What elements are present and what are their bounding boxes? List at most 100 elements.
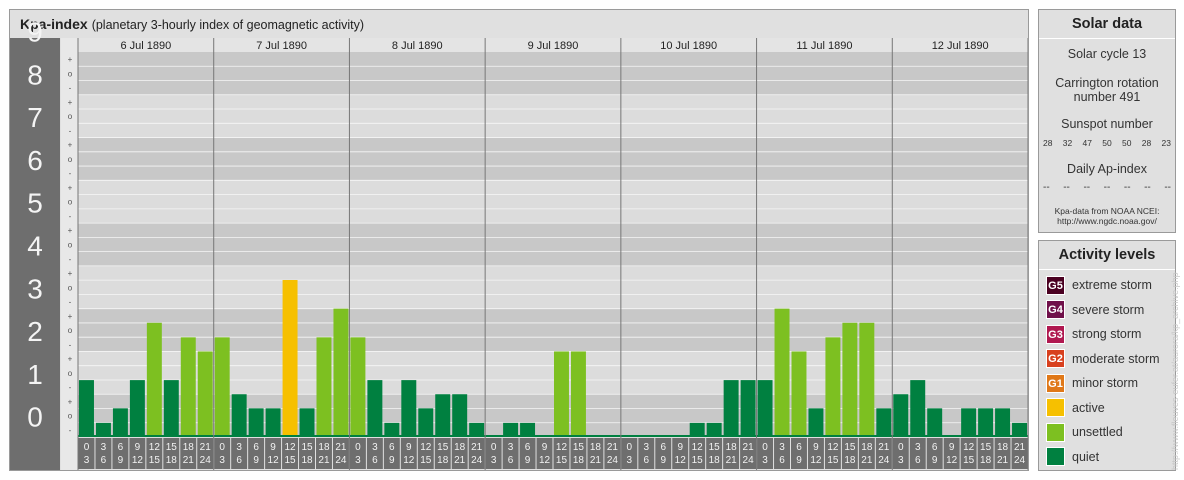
minor-tick-label: - (69, 212, 72, 221)
hour-start-label: 18 (997, 442, 1009, 453)
kp-bar (859, 322, 875, 437)
minor-tick-label: - (69, 426, 72, 435)
legend-label: active (1072, 400, 1105, 415)
hour-start-label: 21 (743, 442, 755, 453)
hour-end-label: 12 (946, 455, 958, 466)
minor-tick-label: + (68, 226, 73, 235)
hour-end-label: 6 (779, 455, 785, 466)
hour-start-label: 9 (270, 442, 276, 453)
kp-bar (1012, 422, 1027, 437)
hour-end-label: 12 (132, 455, 144, 466)
hour-end-label: 12 (810, 455, 822, 466)
hour-end-label: 12 (539, 455, 551, 466)
kp-bar (740, 380, 756, 437)
minor-tick-label: - (69, 169, 72, 178)
hour-end-label: 12 (268, 455, 280, 466)
kp-bar (401, 380, 417, 437)
baseline (78, 435, 1028, 437)
hour-start-label: 9 (135, 442, 141, 453)
hour-end-label: 24 (743, 455, 755, 466)
hour-end-label: 18 (709, 455, 721, 466)
hour-end-label: 21 (454, 455, 466, 466)
hour-start-label: 6 (253, 442, 259, 453)
legend-label: extreme storm (1072, 278, 1152, 292)
hour-start-label: 3 (779, 442, 785, 453)
kp-bar (995, 408, 1011, 437)
ap-value: -- (1063, 182, 1070, 193)
hour-end-label: 9 (253, 455, 259, 466)
hour-start-label: 21 (1014, 442, 1026, 453)
kp-bar (214, 337, 230, 437)
hour-end-label: 18 (437, 455, 449, 466)
hour-end-label: 15 (692, 455, 704, 466)
hour-end-label: 21 (861, 455, 873, 466)
kp-bar (876, 408, 892, 437)
kp-bar (282, 280, 298, 437)
hour-start-label: 15 (844, 442, 856, 453)
hour-start-label: 18 (861, 442, 873, 453)
kp-bar (79, 380, 94, 437)
level-band (78, 223, 1028, 266)
ap-value: -- (1083, 182, 1091, 193)
hour-end-label: 15 (284, 455, 296, 466)
hour-end-label: 18 (301, 455, 313, 466)
hour-end-label: 9 (660, 455, 666, 466)
minor-tick-label: - (69, 340, 72, 349)
solar-data-panel: Solar data Solar cycle 13 Carrington rot… (1038, 9, 1176, 233)
credit-url: http://www.fleuves-eufer.at/aurora/kp_ar… (1170, 272, 1180, 470)
hour-end-label: 24 (1014, 455, 1026, 466)
kp-bar (163, 380, 179, 437)
ap-value: -- (1164, 182, 1171, 193)
solar-data-title: Solar data (1039, 10, 1175, 39)
ap-value: -- (1123, 182, 1131, 193)
hour-start-label: 18 (590, 442, 602, 453)
sunspot-value: 28 (1141, 138, 1152, 148)
hour-start-label: 9 (406, 442, 412, 453)
kp-bar (333, 308, 349, 437)
hour-end-label: 3 (355, 455, 361, 466)
legend-label: minor storm (1072, 376, 1138, 390)
ap-value: -- (1144, 182, 1151, 193)
hour-end-label: 24 (471, 455, 483, 466)
minor-tick-label: o (68, 69, 73, 78)
kp-bar (129, 380, 145, 437)
kp-bar (910, 380, 926, 437)
hour-end-label: 21 (590, 455, 602, 466)
hour-end-label: 6 (508, 455, 514, 466)
minor-tick-label: + (68, 141, 73, 150)
hour-start-label: 18 (726, 442, 738, 453)
hour-end-label: 3 (491, 455, 497, 466)
y-tick-label: 7 (27, 102, 43, 133)
hour-start-label: 0 (219, 442, 225, 453)
kpa-chart-panel: Kpa-index (planetary 3-hourly index of ge… (9, 9, 1029, 471)
legend-swatch: G2 (1046, 349, 1065, 368)
hour-start-label: 15 (709, 442, 721, 453)
kp-bar (435, 394, 451, 437)
hour-end-label: 9 (932, 455, 938, 466)
hour-end-label: 21 (183, 455, 195, 466)
solar-cycle: Solar cycle 13 (1067, 47, 1147, 61)
y-tick-label: 4 (27, 231, 43, 262)
hour-end-label: 15 (149, 455, 161, 466)
hour-start-label: 6 (525, 442, 531, 453)
hour-start-label: 12 (420, 442, 432, 453)
hour-start-label: 3 (236, 442, 242, 453)
hour-start-label: 9 (949, 442, 955, 453)
hour-start-label: 12 (149, 442, 161, 453)
minor-tick-label: o (68, 369, 73, 378)
minor-tick-label: o (68, 241, 73, 250)
hour-start-label: 15 (301, 442, 313, 453)
day-label: 6 Jul 1890 (120, 40, 171, 52)
hour-start-label: 6 (660, 442, 666, 453)
hour-end-label: 12 (403, 455, 415, 466)
hour-end-label: 24 (878, 455, 890, 466)
hour-start-label: 3 (372, 442, 378, 453)
carrington-line2: number 491 (1073, 90, 1141, 104)
hour-start-label: 15 (980, 442, 992, 453)
source-line2: http://www.ngdc.noaa.gov/ (1057, 216, 1157, 226)
kp-bar (299, 408, 315, 437)
hour-end-label: 18 (980, 455, 992, 466)
hour-end-label: 3 (219, 455, 225, 466)
level-band (78, 137, 1028, 181)
hour-start-label: 3 (644, 442, 650, 453)
